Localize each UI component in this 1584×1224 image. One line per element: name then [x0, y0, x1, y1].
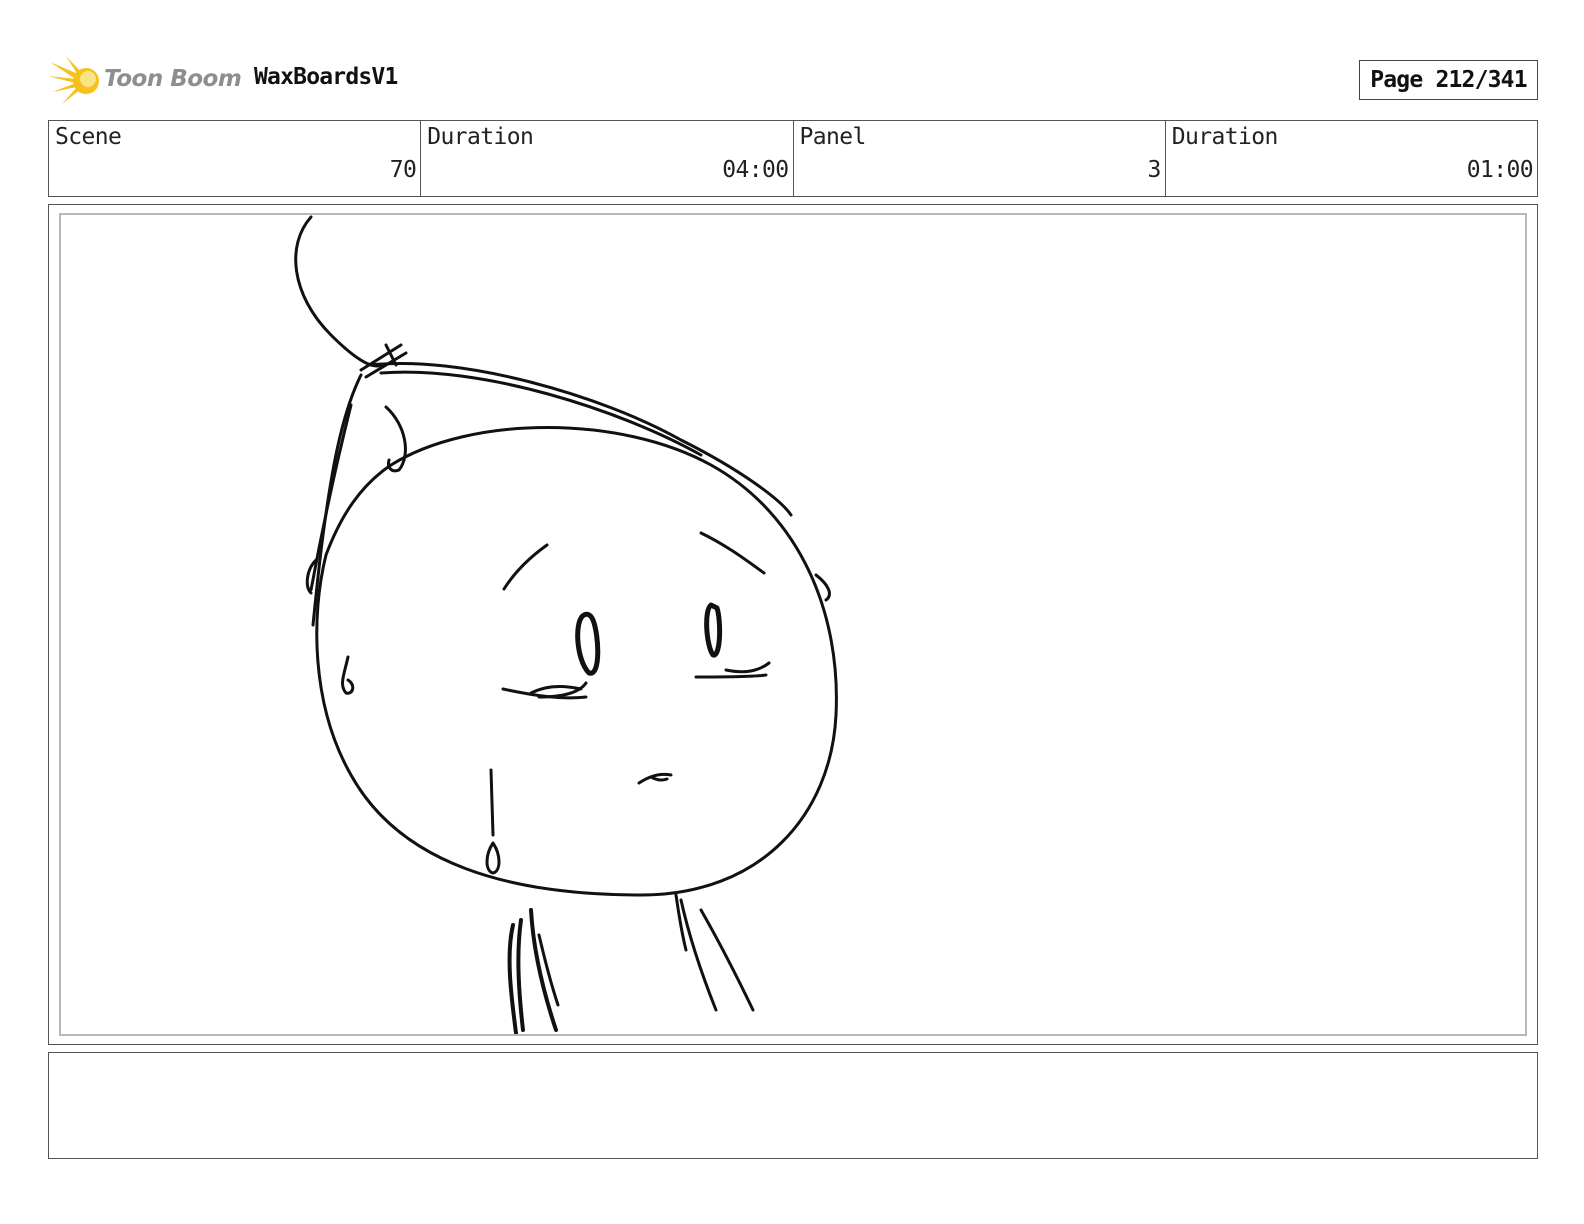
- panel-drawing-area: [59, 213, 1527, 1036]
- scene-duration-cell: Duration 04:00: [421, 121, 794, 196]
- scene-value: 70: [389, 157, 417, 183]
- panel-notes-box: [48, 1052, 1538, 1159]
- panel-cell: Panel 3: [794, 121, 1166, 196]
- scene-cell: Scene 70: [49, 121, 422, 196]
- scene-duration-label: Duration: [427, 124, 534, 150]
- panel-value: 3: [1147, 157, 1162, 183]
- storyboard-header: Toon Boom WaxBoardsV1 Page 212/341: [48, 54, 1538, 106]
- panel-frame: [48, 204, 1538, 1045]
- panel-duration-value: 01:00: [1466, 157, 1534, 183]
- panel-duration-label: Duration: [1171, 124, 1279, 150]
- starburst-icon: [48, 56, 99, 104]
- scene-duration-value: 04:00: [722, 157, 789, 183]
- panel-label: Panel: [799, 124, 867, 150]
- project-title: WaxBoardsV1: [254, 64, 398, 90]
- panel-duration-cell: Duration 01:00: [1166, 121, 1537, 196]
- logo-wordmark: Toon Boom: [104, 66, 242, 92]
- panel-info-row: Scene 70 Duration 04:00 Panel 3 Duration…: [48, 120, 1538, 197]
- character-sketch: [294, 215, 838, 1034]
- toon-boom-logo: Toon Boom: [48, 54, 242, 106]
- page-number: Page 212/341: [1359, 60, 1538, 100]
- scene-label: Scene: [55, 124, 122, 150]
